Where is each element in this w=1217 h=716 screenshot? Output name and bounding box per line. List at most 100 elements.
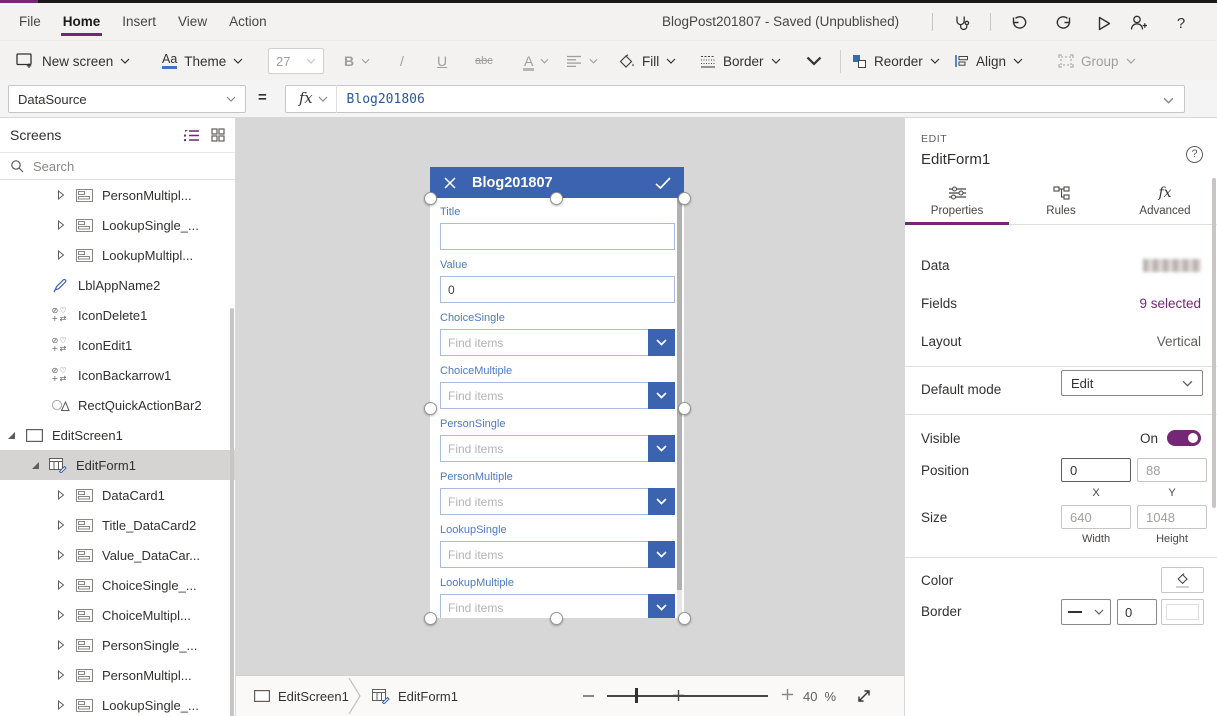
fields-row[interactable]: Fields 9 selected <box>921 284 1201 322</box>
field-dropdown[interactable]: Find items <box>440 329 675 356</box>
border-weight-input[interactable]: 0 <box>1117 599 1157 625</box>
collapse-arrow-icon[interactable] <box>56 190 66 200</box>
menu-file[interactable]: File <box>8 3 52 40</box>
undo-icon[interactable] <box>1008 12 1030 34</box>
dropdown-chevron-button[interactable] <box>648 435 675 462</box>
text-align-button[interactable] <box>566 41 598 81</box>
breadcrumb-screen[interactable]: EditScreen1 <box>254 676 349 716</box>
data-row[interactable]: Data <box>921 246 1201 284</box>
menu-view[interactable]: View <box>167 3 218 40</box>
selection-handle-top-center[interactable] <box>550 192 563 205</box>
formula-input[interactable]: fx Blog201806 <box>285 85 1185 113</box>
fx-label[interactable]: fx <box>286 91 318 107</box>
collapse-arrow-icon[interactable] <box>56 610 66 620</box>
field-dropdown[interactable]: Find items <box>440 541 675 568</box>
canvas[interactable]: Blog201807 TitleValue0ChoiceSingleFind i… <box>236 118 904 675</box>
zoom-slider-handle[interactable] <box>635 688 638 703</box>
field-text-input[interactable] <box>440 223 675 250</box>
tree-item-valuedatacar[interactable]: Value_DataCar... <box>0 540 235 570</box>
tree-item-personmultipl[interactable]: PersonMultipl... <box>0 660 235 690</box>
underline-button[interactable]: U <box>437 41 447 81</box>
selection-handle-bottom-left[interactable] <box>424 612 437 625</box>
color-picker-button[interactable] <box>1161 567 1204 593</box>
border-color-swatch[interactable] <box>1161 599 1204 625</box>
panel-help-icon[interactable]: ? <box>1186 146 1203 163</box>
menu-home[interactable]: Home <box>52 3 112 40</box>
tab-properties[interactable]: Properties <box>905 178 1009 224</box>
selection-handle-bottom-right[interactable] <box>678 612 691 625</box>
redo-icon[interactable] <box>1053 12 1075 34</box>
selection-handle-top-left[interactable] <box>424 192 437 205</box>
font-color-button[interactable]: A <box>524 41 549 81</box>
zoom-slider-track[interactable] <box>607 695 768 697</box>
tree-item-rectquickactionbar2[interactable]: RectQuickActionBar2 <box>0 390 235 420</box>
collapse-arrow-icon[interactable] <box>56 220 66 230</box>
tab-rules[interactable]: Rules <box>1009 178 1113 224</box>
screens-search-input[interactable]: Search <box>0 152 235 180</box>
properties-panel-scrollbar[interactable] <box>1212 178 1216 508</box>
tree-item-lookupsingle[interactable]: LookupSingle_... <box>0 690 235 716</box>
visible-toggle[interactable] <box>1167 430 1201 446</box>
fill-button[interactable]: Fill <box>618 41 676 81</box>
dropdown-chevron-button[interactable] <box>648 541 675 568</box>
theme-button[interactable]: Aa Theme <box>162 41 243 81</box>
tree-item-lookupmultipl[interactable]: LookupMultipl... <box>0 240 235 270</box>
font-size-select[interactable]: 27 <box>268 48 324 74</box>
fullscreen-icon[interactable] <box>856 688 872 704</box>
form-scrollbar-thumb[interactable] <box>677 198 682 590</box>
collapse-arrow-icon[interactable] <box>56 640 66 650</box>
field-dropdown[interactable]: Find items <box>440 382 675 409</box>
zoom-in-button[interactable] <box>781 688 794 701</box>
layout-row[interactable]: Layout Vertical <box>921 322 1201 360</box>
collapse-arrow-icon[interactable] <box>56 580 66 590</box>
field-dropdown[interactable]: Find items <box>440 435 675 462</box>
screens-panel-scrollbar[interactable] <box>230 308 234 716</box>
collapse-arrow-icon[interactable] <box>56 550 66 560</box>
tree-item-icondelete1[interactable]: ⊘♡+⇄IconDelete1 <box>0 300 235 330</box>
tree-item-choicesingle[interactable]: ChoiceSingle_... <box>0 570 235 600</box>
tree-item-iconbackarrow1[interactable]: ⊘♡+⇄IconBackarrow1 <box>0 360 235 390</box>
tree-item-datacard1[interactable]: DataCard1 <box>0 480 235 510</box>
italic-button[interactable]: / <box>400 41 404 81</box>
position-x-input[interactable]: 0 <box>1061 458 1131 482</box>
dropdown-chevron-button[interactable] <box>648 488 675 515</box>
collapse-arrow-icon[interactable] <box>56 250 66 260</box>
expand-arrow-icon[interactable] <box>30 461 40 470</box>
fields-value[interactable]: 9 selected <box>1139 296 1201 311</box>
selection-handle-top-right[interactable] <box>678 192 691 205</box>
border-style-select[interactable] <box>1061 599 1111 625</box>
collapse-arrow-icon[interactable] <box>56 520 66 530</box>
dropdown-chevron-button[interactable] <box>648 382 675 409</box>
selection-handle-bottom-center[interactable] <box>550 612 563 625</box>
tree-item-editscreen1[interactable]: EditScreen1 <box>0 420 235 450</box>
selection-handle-mid-left[interactable] <box>424 402 437 415</box>
reorder-button[interactable]: Reorder <box>852 41 940 81</box>
new-screen-button[interactable]: New screen <box>16 41 130 81</box>
menu-action[interactable]: Action <box>218 3 278 40</box>
formula-text[interactable]: Blog201806 <box>337 92 425 107</box>
group-button[interactable]: Group <box>1058 41 1136 81</box>
align-button[interactable]: Align <box>954 41 1023 81</box>
app-checker-icon[interactable] <box>950 12 972 34</box>
breadcrumb-form[interactable]: EditForm1 <box>372 676 458 716</box>
collapse-arrow-icon[interactable] <box>56 490 66 500</box>
tree-item-iconedit1[interactable]: ⊘♡+⇄IconEdit1 <box>0 330 235 360</box>
thumbnail-view-icon[interactable] <box>211 128 225 142</box>
border-button[interactable]: Border <box>700 41 781 81</box>
tree-item-choicemultipl[interactable]: ChoiceMultipl... <box>0 600 235 630</box>
edit-form-control[interactable]: Blog201807 TitleValue0ChoiceSingleFind i… <box>430 167 684 618</box>
tree-item-lblappname2[interactable]: LblAppName2 <box>0 270 235 300</box>
zoom-out-button[interactable] <box>583 695 594 697</box>
property-select[interactable]: DataSource <box>8 85 246 113</box>
menu-insert[interactable]: Insert <box>111 3 167 40</box>
layout-value[interactable]: Vertical <box>1157 334 1201 349</box>
tree-item-editform1[interactable]: EditForm1 <box>0 450 235 480</box>
position-y-input[interactable]: 88 <box>1137 458 1207 482</box>
expand-arrow-icon[interactable] <box>6 431 16 440</box>
formula-expand-chevron[interactable] <box>1163 97 1174 104</box>
default-mode-select[interactable]: Edit <box>1061 370 1203 396</box>
close-icon[interactable] <box>443 176 457 190</box>
ribbon-expand-chevron[interactable] <box>806 41 822 81</box>
tree-item-personmultipl[interactable]: PersonMultipl... <box>0 180 235 210</box>
check-icon[interactable] <box>654 176 672 190</box>
